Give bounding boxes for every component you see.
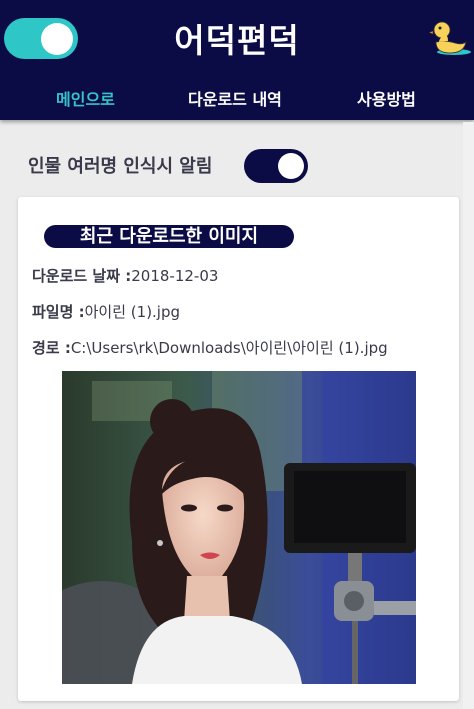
app-header: 어덕편덕 메인으로 다운로드 내역 사용방법 — [0, 0, 474, 120]
nav-download-history[interactable]: 다운로드 내역 — [188, 86, 282, 110]
file-path-row: 경로 :C:\Users\rk\Downloads\아이린\아이린 (1).jp… — [32, 337, 388, 358]
download-date-row: 다운로드 날짜 :2018-12-03 — [32, 265, 218, 286]
nav-main[interactable]: 메인으로 — [56, 86, 115, 110]
recent-download-title: 최근 다운로드한 이미지 — [44, 225, 294, 248]
nav-usage-guide[interactable]: 사용방법 — [357, 86, 416, 110]
file-name-row: 파일명 :아이린 (1).jpg — [32, 301, 180, 322]
photo-illustration — [62, 371, 416, 684]
duck-icon[interactable] — [428, 16, 472, 56]
file-path-label: 경로 : — [32, 339, 71, 357]
recent-download-card: 최근 다운로드한 이미지 다운로드 날짜 :2018-12-03 파일명 :아이… — [18, 197, 459, 701]
download-date-label: 다운로드 날짜 : — [32, 267, 132, 285]
downloaded-image-preview[interactable] — [62, 371, 416, 684]
multi-person-alert-toggle[interactable] — [244, 149, 308, 183]
multi-person-alert-label: 인물 여러명 인식시 알림 — [28, 156, 213, 177]
app-title: 어덕편덕 — [174, 21, 300, 60]
file-name-value: 아이린 (1).jpg — [84, 303, 181, 321]
download-date-value: 2018-12-03 — [131, 267, 219, 285]
file-name-label: 파일명 : — [32, 303, 85, 321]
scrollbar[interactable] — [463, 122, 474, 709]
toggle-knob — [278, 153, 304, 179]
file-path-value: C:\Users\rk\Downloads\아이린\아이린 (1).jpg — [70, 339, 388, 357]
